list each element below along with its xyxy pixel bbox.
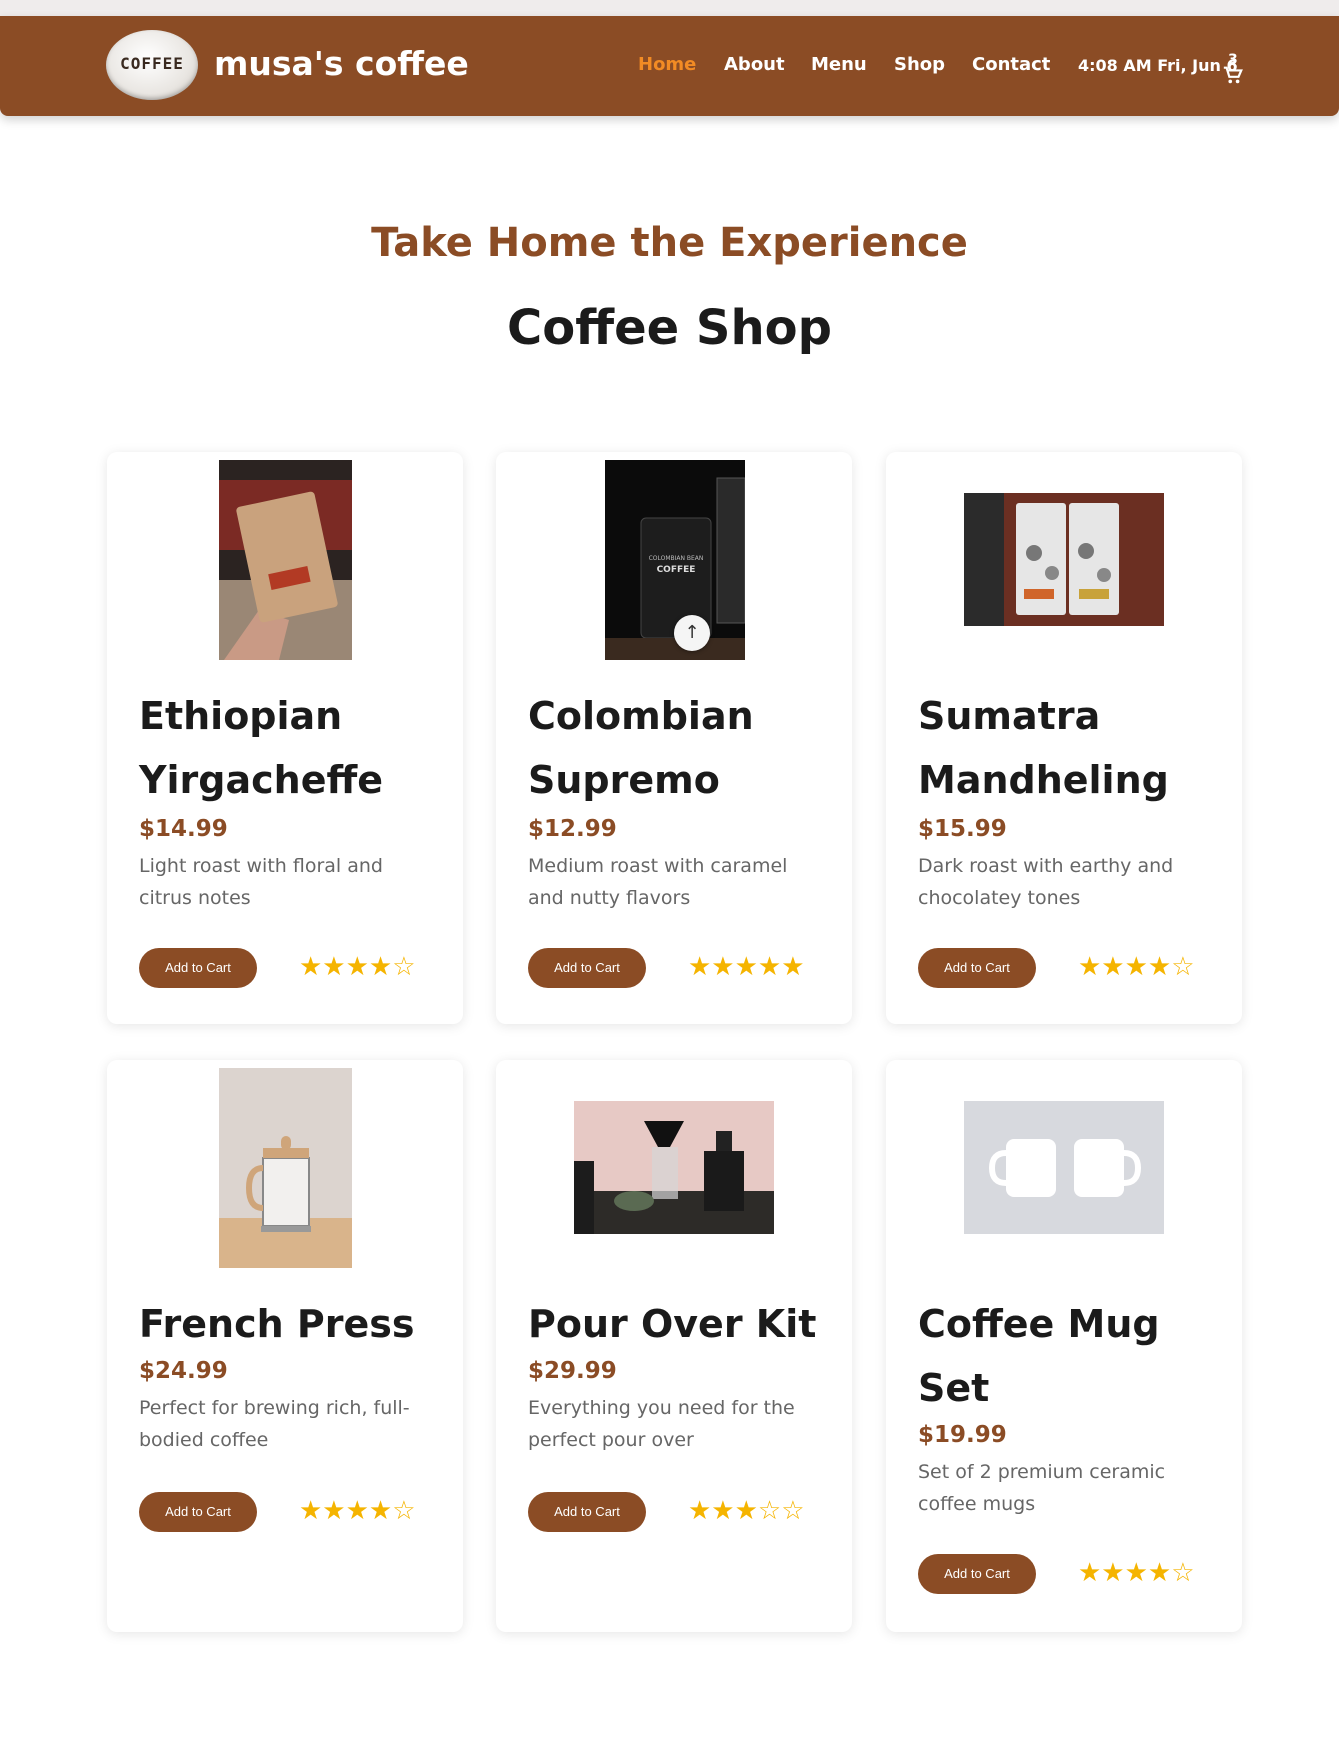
- product-description: Perfect for brewing rich, full-bodied co…: [139, 1397, 410, 1451]
- add-to-cart-button[interactable]: Add to Cart: [528, 1492, 646, 1532]
- star-rating: ★★★★☆: [1078, 952, 1195, 982]
- star-rating: ★★★★☆: [299, 952, 416, 982]
- product-description: Dark roast with earthy and chocolatey to…: [918, 855, 1174, 909]
- image-label-1: COLOMBIAN BEAN: [649, 555, 704, 562]
- product-description: Everything you need for the perfect pour…: [528, 1397, 795, 1451]
- nav-about[interactable]: About: [724, 54, 785, 75]
- product-image-ethiopian: [219, 460, 352, 660]
- brand-name[interactable]: musa's coffee: [214, 44, 469, 83]
- product-image-mugs: [964, 1101, 1164, 1234]
- product-name: Pour Over Kit: [528, 1302, 817, 1346]
- product-card: Coffee Mug Set $19.99 Set of 2 premium c…: [886, 1060, 1242, 1632]
- star-rating: ★★★★☆: [299, 1496, 416, 1526]
- product-image-pour-over: [574, 1101, 774, 1234]
- product-name: French Press: [139, 1302, 415, 1346]
- product-name: Sumatra Mandheling: [918, 694, 1169, 802]
- product-price: $19.99: [918, 1422, 1007, 1448]
- add-to-cart-button[interactable]: Add to Cart: [139, 1492, 257, 1532]
- product-name: Coffee Mug Set: [918, 1302, 1160, 1410]
- product-price: $24.99: [139, 1358, 228, 1384]
- star-rating: ★★★★☆: [1078, 1558, 1195, 1588]
- nav-contact[interactable]: Contact: [972, 54, 1050, 75]
- product-card: COLOMBIAN BEAN COFFEE ↑ Colombian Suprem…: [496, 452, 852, 1024]
- product-name: Ethiopian Yirgacheffe: [139, 694, 384, 802]
- product-price: $12.99: [528, 816, 617, 842]
- product-card: French Press $24.99 Perfect for brewing …: [107, 1060, 463, 1632]
- add-to-cart-button[interactable]: Add to Cart: [918, 1554, 1036, 1594]
- product-description: Set of 2 premium ceramic coffee mugs: [918, 1461, 1166, 1515]
- product-card: Sumatra Mandheling $15.99 Dark roast wit…: [886, 452, 1242, 1024]
- add-to-cart-button[interactable]: Add to Cart: [139, 948, 257, 988]
- product-description: Medium roast with caramel and nutty flav…: [528, 855, 788, 909]
- section-subtitle: Take Home the Experience: [371, 220, 968, 266]
- product-price: $29.99: [528, 1358, 617, 1384]
- logo-text: COFFEE: [120, 54, 184, 73]
- add-to-cart-button[interactable]: Add to Cart: [918, 948, 1036, 988]
- product-card: Ethiopian Yirgacheffe $14.99 Light roast…: [107, 452, 463, 1024]
- datetime: 4:08 AM Fri, Jun 6: [1078, 56, 1238, 75]
- nav-home[interactable]: Home: [638, 54, 696, 75]
- add-to-cart-button[interactable]: Add to Cart: [528, 948, 646, 988]
- scroll-to-top-button[interactable]: ↑: [674, 615, 710, 651]
- cart-icon[interactable]: [1222, 64, 1244, 86]
- product-price: $15.99: [918, 816, 1007, 842]
- browser-top-strip: [0, 0, 1339, 16]
- product-image-french-press: [219, 1068, 352, 1268]
- nav-menu[interactable]: Menu: [811, 54, 867, 75]
- product-card: Pour Over Kit $29.99 Everything you need…: [496, 1060, 852, 1632]
- navbar: COFFEE musa's coffee Home About Menu Sho…: [0, 16, 1339, 116]
- product-name: Colombian Supremo: [528, 694, 754, 802]
- nav-shop[interactable]: Shop: [894, 54, 945, 75]
- star-rating: ★★★★★: [688, 952, 805, 982]
- product-image-sumatra: [964, 493, 1164, 626]
- logo[interactable]: COFFEE: [106, 30, 198, 100]
- page-title: Coffee Shop: [507, 300, 832, 356]
- star-rating: ★★★☆☆: [688, 1496, 805, 1526]
- image-label-2: COFFEE: [657, 565, 696, 575]
- product-description: Light roast with floral and citrus notes: [139, 855, 383, 909]
- product-price: $14.99: [139, 816, 228, 842]
